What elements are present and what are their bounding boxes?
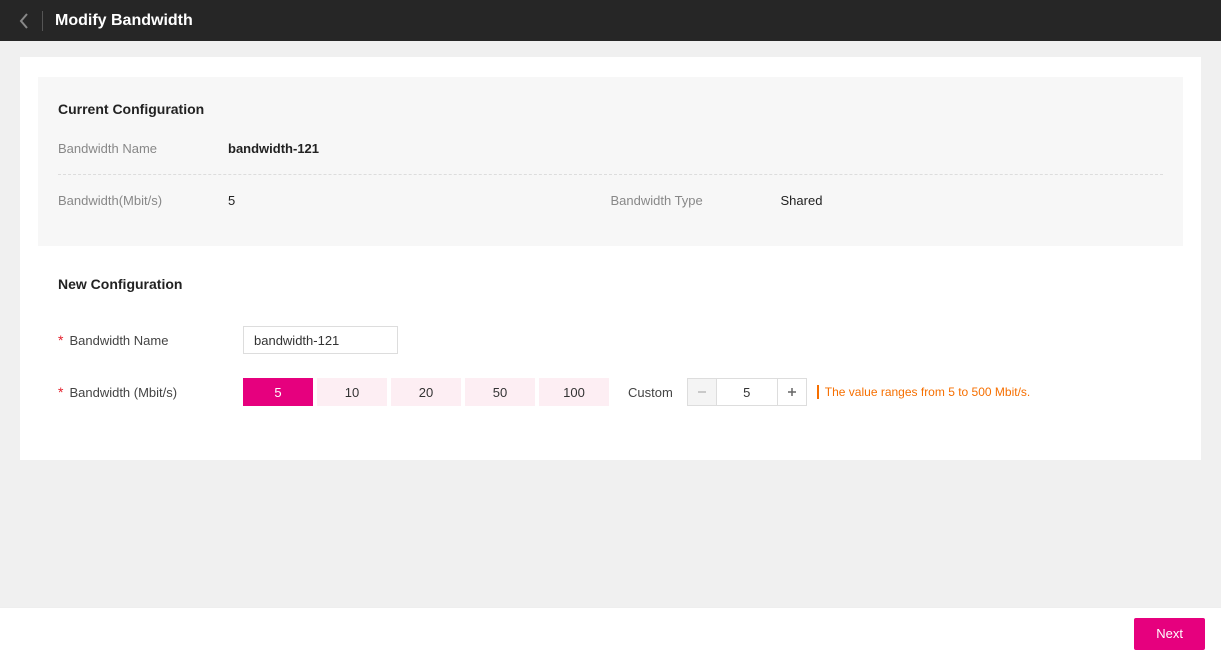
new-bw-label-text: Bandwidth (Mbit/s) <box>69 385 177 400</box>
current-bw-value: 5 <box>228 193 235 208</box>
new-bw-label: * Bandwidth (Mbit/s) <box>58 385 243 400</box>
current-name-label: Bandwidth Name <box>58 141 228 156</box>
page-header: Modify Bandwidth <box>0 0 1221 41</box>
bw-option-100[interactable]: 100 <box>539 378 609 406</box>
page-title: Modify Bandwidth <box>55 12 193 30</box>
dashed-divider <box>58 174 1163 175</box>
content-wrapper: Current Configuration Bandwidth Name ban… <box>0 41 1221 476</box>
header-divider <box>42 11 43 31</box>
bandwidth-options: 5 10 20 50 100 Custom <box>243 378 1030 406</box>
bandwidth-name-input[interactable] <box>243 326 398 354</box>
new-name-row: * Bandwidth Name <box>58 326 1163 354</box>
bw-option-20[interactable]: 20 <box>391 378 461 406</box>
new-bw-row: * Bandwidth (Mbit/s) 5 10 20 50 100 Cust… <box>58 378 1163 406</box>
new-config-panel: New Configuration * Bandwidth Name * Ban… <box>38 276 1183 406</box>
range-note: The value ranges from 5 to 500 Mbit/s. <box>817 385 1030 399</box>
main-card: Current Configuration Bandwidth Name ban… <box>20 57 1201 460</box>
current-type-label: Bandwidth Type <box>611 193 781 208</box>
new-name-label: * Bandwidth Name <box>58 333 243 348</box>
current-bw-label: Bandwidth(Mbit/s) <box>58 193 228 208</box>
bw-option-50[interactable]: 50 <box>465 378 535 406</box>
current-config-title: Current Configuration <box>58 101 1163 117</box>
current-name-row: Bandwidth Name bandwidth-121 <box>58 141 1163 156</box>
footer-bar: Next <box>0 607 1221 659</box>
chevron-left-icon <box>19 13 29 29</box>
back-button[interactable] <box>12 9 36 33</box>
current-name-value: bandwidth-121 <box>228 141 319 156</box>
new-name-label-text: Bandwidth Name <box>69 333 168 348</box>
custom-label: Custom <box>628 385 673 400</box>
new-config-title: New Configuration <box>58 276 1163 292</box>
current-bw-row: Bandwidth(Mbit/s) 5 Bandwidth Type Share… <box>58 193 1163 208</box>
plus-icon <box>786 386 798 398</box>
current-config-panel: Current Configuration Bandwidth Name ban… <box>38 77 1183 246</box>
current-type-value: Shared <box>781 193 823 208</box>
minus-icon <box>696 386 708 398</box>
bandwidth-stepper <box>687 378 807 406</box>
bandwidth-custom-input[interactable] <box>716 379 778 405</box>
bw-option-10[interactable]: 10 <box>317 378 387 406</box>
stepper-increment[interactable] <box>778 379 806 405</box>
bw-option-5[interactable]: 5 <box>243 378 313 406</box>
required-icon: * <box>58 333 63 347</box>
required-icon: * <box>58 385 63 399</box>
stepper-decrement[interactable] <box>688 379 716 405</box>
next-button[interactable]: Next <box>1134 618 1205 650</box>
